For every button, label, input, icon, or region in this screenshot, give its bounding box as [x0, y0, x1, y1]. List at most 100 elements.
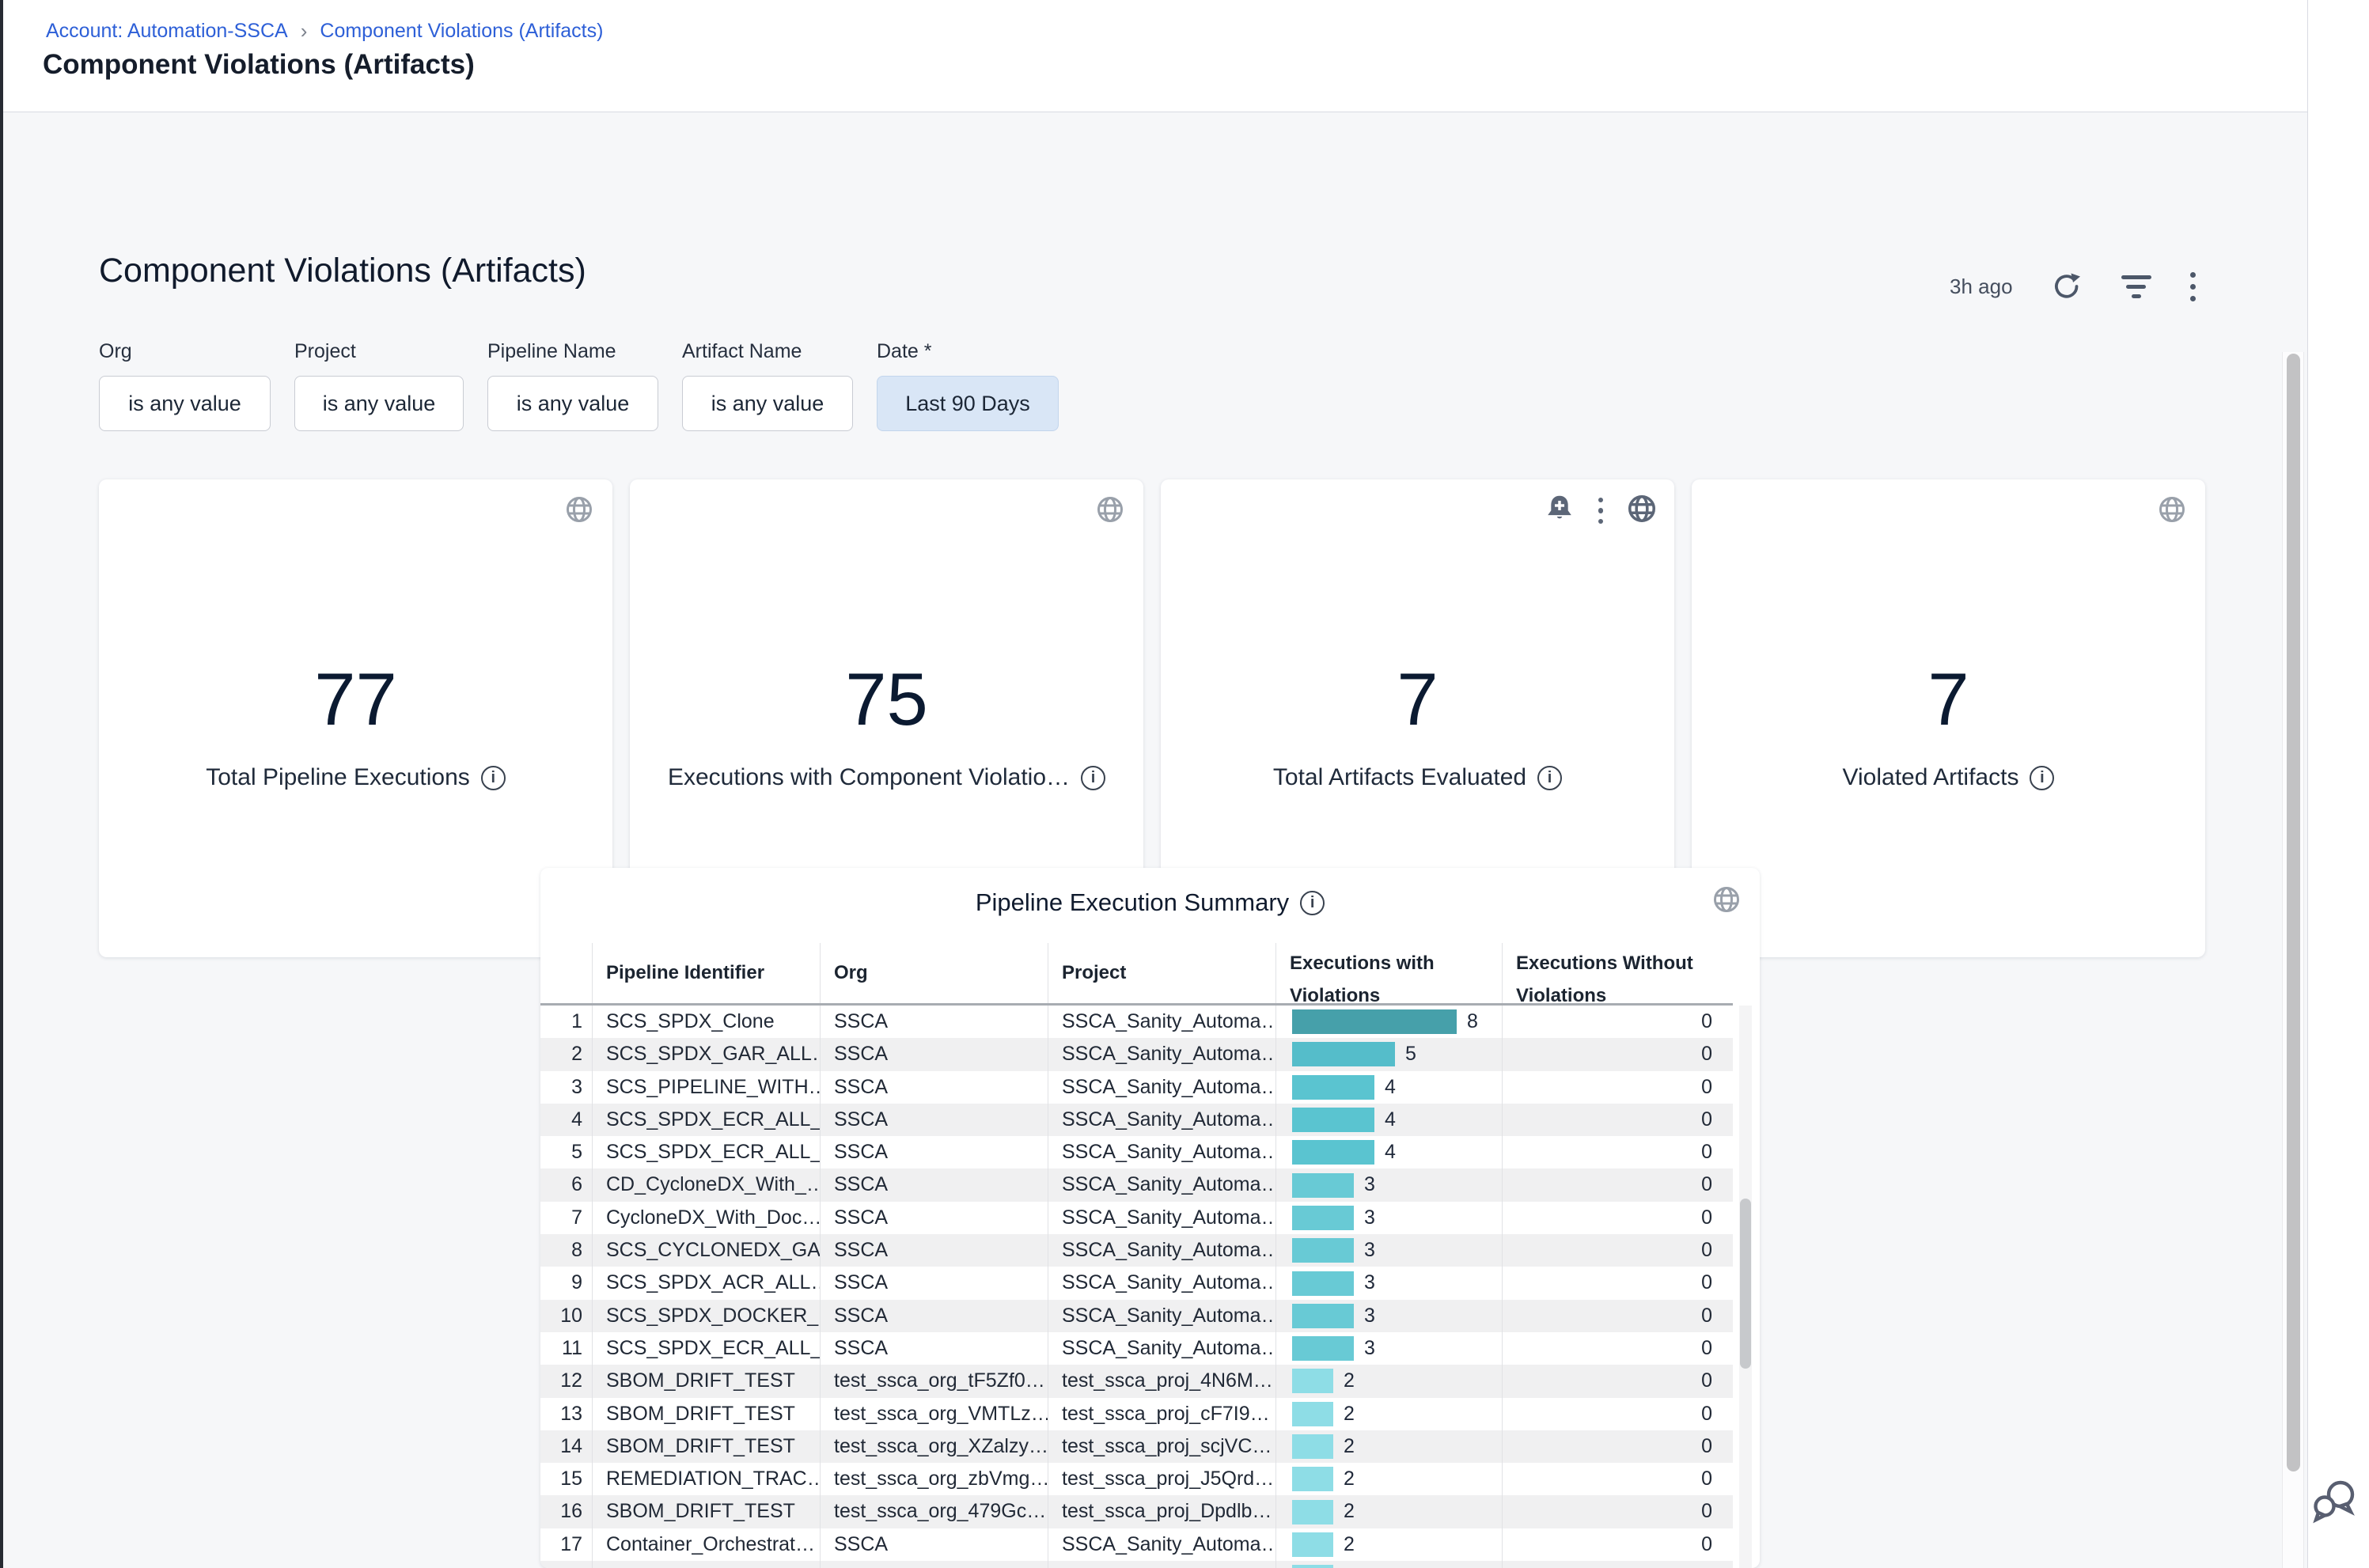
last-refreshed-label: 3h ago: [1950, 275, 2013, 299]
breadcrumb-page-link[interactable]: Component Violations (Artifacts): [320, 20, 603, 43]
table-row[interactable]: 9 SCS_SPDX_ACR_ALL… SSCA SSCA_Sanity_Aut…: [540, 1267, 1733, 1299]
table-row[interactable]: 13 SBOM_DRIFT_TEST test_ssca_org_VMTLz… …: [540, 1398, 1733, 1430]
breadcrumb-account-link[interactable]: Account: Automation-SSCA: [46, 20, 288, 43]
row-number: 9: [540, 1267, 592, 1299]
cell-project: [1048, 1561, 1275, 1568]
column-header-executions-with-violations[interactable]: Executions with Violations: [1275, 943, 1502, 1003]
table-row[interactable]: 4 SCS_SPDX_ECR_ALL_… SSCA SSCA_Sanity_Au…: [540, 1104, 1733, 1136]
cell-project: test_ssca_proj_Dpdlb…: [1048, 1495, 1275, 1528]
cell-org: SSCA: [820, 1136, 1048, 1168]
table-scrollbar-thumb[interactable]: [1740, 1199, 1751, 1369]
table-row[interactable]: 2 SCS_SPDX_GAR_ALL… SSCA SSCA_Sanity_Aut…: [540, 1038, 1733, 1070]
cell-org: SSCA: [820, 1234, 1048, 1267]
info-icon[interactable]: i: [481, 766, 506, 790]
cell-pipeline-identifier: SBOM_DRIFT_TEST: [592, 1495, 820, 1528]
table-row[interactable]: 7 CycloneDX_With_Doc… SSCA SSCA_Sanity_A…: [540, 1202, 1733, 1234]
info-icon[interactable]: i: [2030, 766, 2054, 790]
globe-icon[interactable]: [2156, 494, 2188, 529]
cell-executions-with-violations: 4: [1275, 1071, 1502, 1104]
violations-value: 2: [1344, 1365, 1355, 1397]
cell-project: test_ssca_proj_4N6M…: [1048, 1365, 1275, 1397]
violations-bar: [1292, 1238, 1354, 1263]
violations-value: 2: [1344, 1528, 1355, 1561]
table-row[interactable]: 12 SBOM_DRIFT_TEST test_ssca_org_tF5Zf0……: [540, 1365, 1733, 1397]
filter-pipeline-name-value[interactable]: is any value: [487, 376, 658, 431]
cell-project: test_ssca_proj_scjVC…: [1048, 1430, 1275, 1463]
column-header-executions-without-violations[interactable]: Executions Without Violations: [1502, 943, 1733, 1003]
tile-label: Violated Artifacts: [1843, 764, 2019, 791]
cell-executions-with-violations: 3: [1275, 1234, 1502, 1267]
table-row[interactable]: 5 SCS_SPDX_ECR_ALL_… SSCA SSCA_Sanity_Au…: [540, 1136, 1733, 1168]
cell-pipeline-identifier: SCS_SPDX_ECR_ALL_…: [592, 1136, 820, 1168]
chat-icon[interactable]: [2306, 1473, 2363, 1530]
violations-value: 4: [1385, 1104, 1396, 1136]
cell-pipeline-identifier: SBOM_DRIFT_TEST: [592, 1365, 820, 1397]
violations-bar: [1292, 1206, 1354, 1230]
row-number: 10: [540, 1300, 592, 1332]
page-scrollbar[interactable]: [2282, 352, 2304, 1568]
tile-value: 75: [630, 657, 1143, 742]
cell-project: SSCA_Sanity_Automa…: [1048, 1528, 1275, 1561]
table-row[interactable]: 16 SBOM_DRIFT_TEST test_ssca_org_479Gc… …: [540, 1495, 1733, 1528]
info-icon[interactable]: i: [1300, 891, 1325, 915]
globe-icon[interactable]: [563, 494, 595, 529]
cell-executions-without-violations: 0: [1502, 1071, 1733, 1104]
globe-icon[interactable]: [1711, 884, 1742, 919]
filter-icon[interactable]: [2121, 275, 2152, 298]
info-icon[interactable]: i: [1081, 766, 1105, 790]
cell-project: test_ssca_proj_J5Qrd…: [1048, 1463, 1275, 1495]
table-row[interactable]: 11 SCS_SPDX_ECR_ALL_… SSCA SSCA_Sanity_A…: [540, 1332, 1733, 1365]
breadcrumb: Account: Automation-SSCA › Component Vio…: [46, 19, 603, 44]
violations-value: 3: [1364, 1202, 1375, 1234]
table-row[interactable]: [540, 1561, 1733, 1568]
cell-executions-with-violations: [1275, 1561, 1502, 1568]
cell-executions-with-violations: 2: [1275, 1463, 1502, 1495]
kebab-menu-icon[interactable]: [1598, 498, 1604, 525]
right-margin: [2308, 0, 2369, 1568]
cell-executions-with-violations: 2: [1275, 1365, 1502, 1397]
dashboard-controls: 3h ago: [1950, 271, 2196, 302]
row-number: 7: [540, 1202, 592, 1234]
table-row[interactable]: 3 SCS_PIPELINE_WITH… SSCA SSCA_Sanity_Au…: [540, 1071, 1733, 1104]
info-icon[interactable]: i: [1537, 766, 1562, 790]
cell-executions-with-violations: 4: [1275, 1136, 1502, 1168]
table-scrollbar[interactable]: [1739, 1006, 1752, 1568]
filter-date-value[interactable]: Last 90 Days: [877, 376, 1059, 431]
refresh-icon[interactable]: [2051, 271, 2083, 302]
table-row[interactable]: 8 SCS_CYCLONEDX_GA… SSCA SSCA_Sanity_Aut…: [540, 1234, 1733, 1267]
table-row[interactable]: 6 CD_CycloneDX_With_… SSCA SSCA_Sanity_A…: [540, 1168, 1733, 1201]
table-row[interactable]: 17 Container_Orchestrat… SSCA SSCA_Sanit…: [540, 1528, 1733, 1561]
violations-value: 3: [1364, 1300, 1375, 1332]
cell-pipeline-identifier: SCS_PIPELINE_WITH…: [592, 1071, 820, 1104]
tile-value: 7: [1692, 657, 2205, 742]
cell-executions-without-violations: 0: [1502, 1234, 1733, 1267]
page-scrollbar-thumb[interactable]: [2287, 354, 2300, 1471]
table-row[interactable]: 1 SCS_SPDX_Clone SSCA SSCA_Sanity_Automa…: [540, 1006, 1733, 1038]
violations-bar: [1292, 1075, 1374, 1100]
globe-icon[interactable]: [1625, 492, 1658, 529]
tile-value: 7: [1161, 657, 1674, 742]
cell-pipeline-identifier: CycloneDX_With_Doc…: [592, 1202, 820, 1234]
cell-pipeline-identifier: SCS_SPDX_DOCKER_…: [592, 1300, 820, 1332]
filter-org-value[interactable]: is any value: [99, 376, 271, 431]
table-row[interactable]: 14 SBOM_DRIFT_TEST test_ssca_org_XZalzy……: [540, 1430, 1733, 1463]
table-row[interactable]: 15 REMEDIATION_TRAC… test_ssca_org_zbVmg…: [540, 1463, 1733, 1495]
filter-artifact-name-value[interactable]: is any value: [682, 376, 853, 431]
filter-project-value[interactable]: is any value: [294, 376, 464, 431]
bell-plus-icon[interactable]: [1543, 492, 1576, 529]
globe-icon[interactable]: [1094, 494, 1126, 529]
column-header-pipeline-identifier[interactable]: Pipeline Identifier: [592, 943, 820, 1003]
cell-executions-with-violations: 3: [1275, 1202, 1502, 1234]
tile-total-pipeline-executions: 77 Total Pipeline Executions i: [99, 479, 612, 957]
kebab-menu-icon[interactable]: [2190, 272, 2196, 301]
row-number-header: [540, 943, 592, 1003]
cell-executions-with-violations: 3: [1275, 1332, 1502, 1365]
table-row[interactable]: 10 SCS_SPDX_DOCKER_… SSCA SSCA_Sanity_Au…: [540, 1300, 1733, 1332]
column-header-project[interactable]: Project: [1048, 943, 1275, 1003]
cell-project: SSCA_Sanity_Automa…: [1048, 1332, 1275, 1365]
violations-bar: [1292, 1173, 1354, 1198]
column-header-org[interactable]: Org: [820, 943, 1048, 1003]
cell-pipeline-identifier: SBOM_DRIFT_TEST: [592, 1430, 820, 1463]
row-number: 2: [540, 1038, 592, 1070]
violations-bar: [1292, 1565, 1333, 1568]
